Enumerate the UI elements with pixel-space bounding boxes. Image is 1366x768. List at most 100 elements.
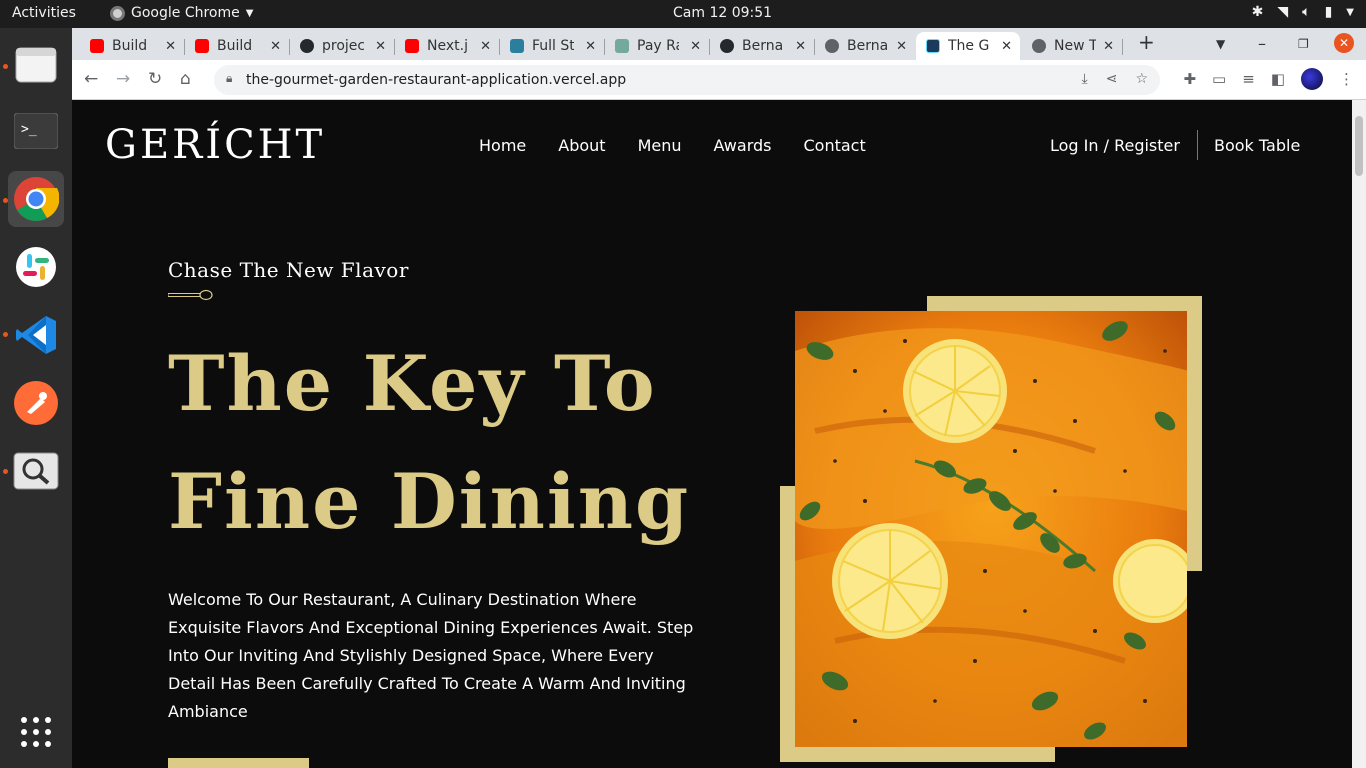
- browser-tab-active[interactable]: The G ✕: [916, 32, 1020, 60]
- extensions-icon[interactable]: ✚: [1183, 70, 1196, 88]
- close-tab-icon[interactable]: ✕: [270, 39, 281, 54]
- new-tab-button[interactable]: +: [1138, 30, 1155, 54]
- book-table-link[interactable]: Book Table: [1214, 136, 1300, 155]
- dock-terminal[interactable]: >_: [8, 103, 64, 159]
- browser-tab[interactable]: Build ✕: [185, 32, 290, 60]
- window-close-button[interactable]: ✕: [1334, 33, 1354, 53]
- site-logo[interactable]: GERÍCHT: [105, 122, 325, 168]
- volume-icon: 🔈︎: [1302, 4, 1311, 20]
- close-tab-icon[interactable]: ✕: [585, 39, 596, 54]
- tab-strip: Build ✕ Build ✕ projec ✕ Next.j ✕ Full S…: [72, 28, 1366, 60]
- maximize-button[interactable]: ❐: [1298, 37, 1309, 51]
- dock-postman[interactable]: [8, 375, 64, 431]
- browser-window: Build ✕ Build ✕ projec ✕ Next.j ✕ Full S…: [72, 28, 1366, 100]
- app-grid-icon: [21, 717, 51, 747]
- nav-divider: [1197, 130, 1198, 160]
- close-tab-icon[interactable]: ✕: [690, 39, 701, 54]
- login-register-link[interactable]: Log In / Register: [1050, 136, 1180, 155]
- dock-slack[interactable]: [8, 239, 64, 295]
- explore-menu-button[interactable]: [168, 758, 309, 768]
- wifi-icon: ◥: [1277, 4, 1289, 20]
- browser-tab[interactable]: Build ✕: [80, 32, 185, 60]
- browser-tab[interactable]: Full St ✕: [500, 32, 605, 60]
- nav-menu[interactable]: Menu: [638, 136, 682, 155]
- app-menu-label: Google Chrome: [131, 5, 240, 21]
- close-tab-icon[interactable]: ✕: [375, 39, 386, 54]
- lock-icon[interactable]: 🔒︎: [226, 71, 232, 86]
- browser-tab[interactable]: Pay Ra ✕: [605, 32, 710, 60]
- browser-tab[interactable]: New T ✕: [1022, 32, 1123, 60]
- close-tab-icon[interactable]: ✕: [896, 39, 907, 54]
- globe-icon: [825, 39, 839, 53]
- nav-home[interactable]: Home: [479, 136, 526, 155]
- browser-tab[interactable]: Next.j ✕: [395, 32, 500, 60]
- browser-tab[interactable]: Berna ✕: [710, 32, 815, 60]
- back-icon[interactable]: ←: [84, 69, 98, 89]
- side-panel-icon[interactable]: ◧: [1271, 70, 1285, 88]
- close-tab-icon[interactable]: ✕: [480, 39, 491, 54]
- globe-icon: [1032, 39, 1046, 53]
- scrollbar-thumb[interactable]: [1355, 116, 1363, 176]
- forward-icon[interactable]: →: [116, 69, 130, 89]
- profile-avatar[interactable]: [1301, 68, 1323, 90]
- dock: >_: [0, 28, 72, 768]
- chrome-menu-icon[interactable]: ⋮: [1339, 70, 1354, 88]
- address-bar[interactable]: 🔒︎ the-gourmet-garden-restaurant-applica…: [214, 65, 1160, 95]
- terminal-icon: >_: [14, 113, 58, 149]
- network-icon: ✱: [1251, 4, 1264, 20]
- caret-down-icon: ▼: [1346, 6, 1354, 18]
- system-top-bar: Activities Google Chrome ▼ Cam 12 09:51 …: [0, 0, 1366, 28]
- browser-toolbar: ← → ↻ ⌂ 🔒︎ the-gourmet-garden-restaurant…: [72, 60, 1366, 100]
- browser-tab[interactable]: Berna ✕: [815, 32, 915, 60]
- browser-tab[interactable]: projec ✕: [290, 32, 395, 60]
- tab-label: Next.j: [427, 38, 468, 54]
- reload-icon[interactable]: ↻: [148, 69, 162, 89]
- hero-subtitle: Chase The New Flavor: [168, 258, 409, 282]
- youtube-icon: [405, 39, 419, 53]
- app-menu[interactable]: Google Chrome ▼: [110, 5, 253, 21]
- url-text[interactable]: the-gourmet-garden-restaurant-applicatio…: [246, 72, 626, 88]
- dock-vscode[interactable]: [8, 307, 64, 363]
- home-icon[interactable]: ⌂: [180, 69, 191, 89]
- react-icon: [926, 39, 940, 53]
- headline-line-2: Fine Dining: [168, 457, 691, 546]
- bookmark-star-icon[interactable]: ☆: [1135, 71, 1148, 87]
- dock-image-viewer[interactable]: [8, 443, 64, 499]
- hero-food-image: [795, 311, 1187, 747]
- battery-icon: ▮: [1324, 4, 1333, 20]
- tab-label: New T: [1054, 38, 1096, 54]
- cast-icon[interactable]: ▭: [1212, 70, 1226, 88]
- page-scrollbar[interactable]: [1352, 100, 1366, 768]
- media-queue-icon[interactable]: ≡: [1242, 70, 1255, 88]
- tab-label: Pay Ra: [637, 38, 679, 54]
- tab-label: Build: [217, 38, 253, 54]
- close-tab-icon[interactable]: ✕: [795, 39, 806, 54]
- site-icon: [510, 39, 524, 53]
- chatgpt-icon: [615, 39, 629, 53]
- close-tab-icon[interactable]: ✕: [1001, 39, 1012, 54]
- activities-button[interactable]: Activities: [12, 5, 76, 21]
- tab-label: The G: [948, 38, 990, 54]
- close-tab-icon[interactable]: ✕: [1103, 39, 1114, 54]
- nav-awards[interactable]: Awards: [714, 136, 772, 155]
- install-app-icon[interactable]: ⤓: [1082, 71, 1088, 87]
- chrome-icon: [14, 177, 59, 221]
- dock-files[interactable]: [8, 36, 64, 92]
- share-icon[interactable]: ⋖: [1106, 71, 1118, 87]
- postman-icon: [14, 381, 58, 425]
- github-icon: [720, 39, 734, 53]
- system-tray[interactable]: ✱ ◥ 🔈︎ ▮ ▼: [1252, 4, 1354, 20]
- nav-contact[interactable]: Contact: [803, 136, 865, 155]
- close-tab-icon[interactable]: ✕: [165, 39, 176, 54]
- caret-down-icon: ▼: [245, 7, 254, 19]
- tab-label: Berna: [742, 38, 784, 54]
- youtube-icon: [195, 39, 209, 53]
- nav-about[interactable]: About: [558, 136, 605, 155]
- spoon-icon: [168, 289, 213, 301]
- show-apps-button[interactable]: [8, 704, 64, 760]
- web-page: GERÍCHT Home About Menu Awards Contact L…: [72, 100, 1352, 768]
- clock[interactable]: Cam 12 09:51: [673, 5, 772, 21]
- minimize-button[interactable]: –: [1258, 34, 1266, 53]
- dock-chrome[interactable]: [8, 171, 64, 227]
- tab-search-icon[interactable]: ▼: [1216, 37, 1225, 51]
